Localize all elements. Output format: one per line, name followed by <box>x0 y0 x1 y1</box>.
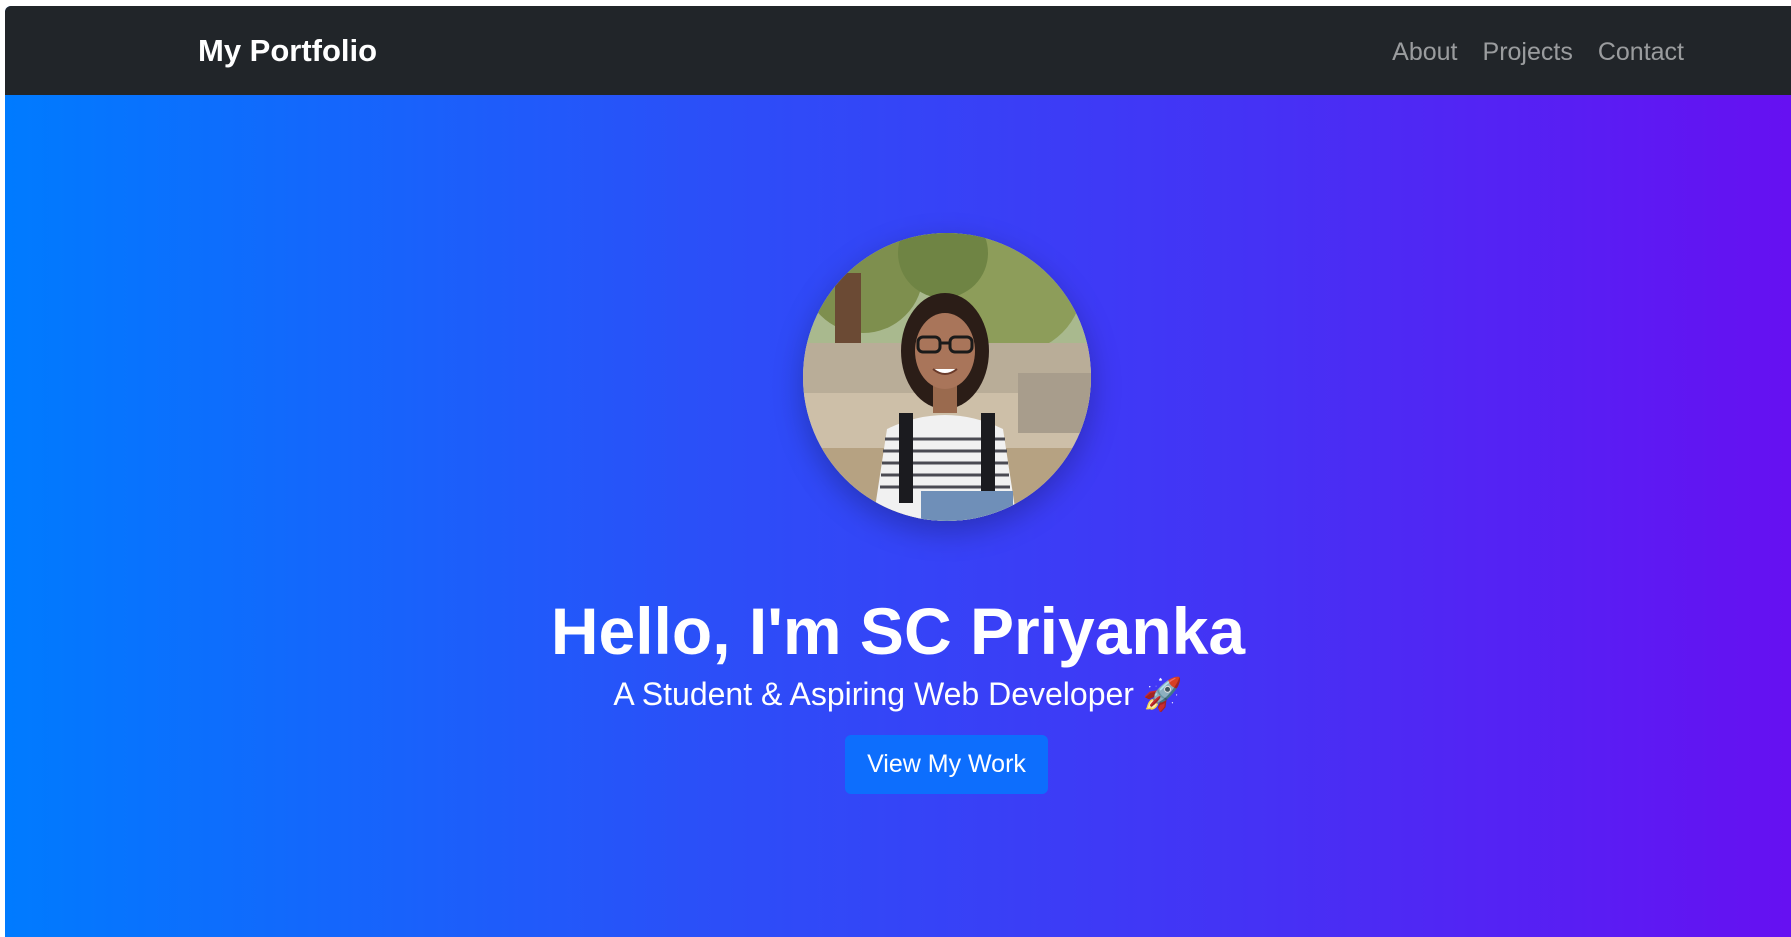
nav-links: About Projects Contact <box>1392 37 1684 67</box>
hero-subline: A Student & Aspiring Web Developer 🚀 <box>613 676 1183 712</box>
profile-avatar <box>803 233 1091 521</box>
nav-link-projects[interactable]: Projects <box>1483 37 1573 67</box>
nav-link-contact[interactable]: Contact <box>1598 37 1684 67</box>
view-my-work-button[interactable]: View My Work <box>845 735 1048 794</box>
hero-headline: Hello, I'm SC Priyanka <box>550 594 1246 669</box>
nav-link-about[interactable]: About <box>1392 37 1457 67</box>
browser-viewport: My Portfolio About Projects Contact Hell… <box>5 6 1791 937</box>
navbar-brand[interactable]: My Portfolio <box>198 32 377 69</box>
profile-photo-icon <box>803 233 1091 521</box>
navbar: My Portfolio About Projects Contact <box>5 6 1791 95</box>
hero-section: Hello, I'm SC Priyanka A Student & Aspir… <box>5 95 1791 937</box>
